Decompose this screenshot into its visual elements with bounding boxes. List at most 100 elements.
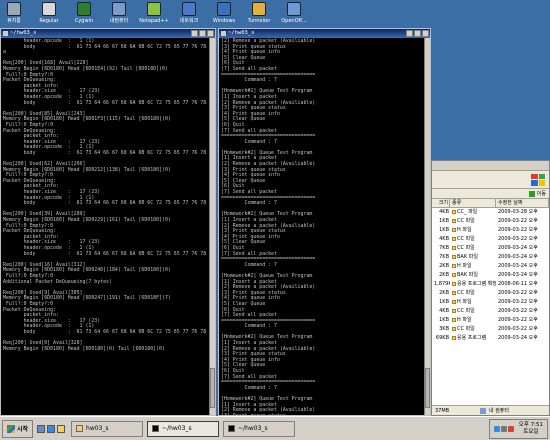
clock-time: 오후 7:51	[518, 421, 543, 428]
go-button[interactable]: 이동	[537, 190, 546, 197]
task-label: ~/hw03_s	[162, 425, 192, 432]
file-icon	[452, 290, 456, 295]
file-date: 2009-03-22 오후	[498, 317, 538, 323]
window-title: ~/hw03_s	[10, 30, 37, 36]
vertical-scrollbar[interactable]	[209, 38, 215, 415]
clock[interactable]: 오후 7:51 토요일	[519, 422, 543, 436]
file-row[interactable]: 4KB CC 파일 2009-03-22 오후	[432, 235, 549, 244]
scrollbar-thumb[interactable]	[425, 368, 430, 408]
desktop-icon-openoffice[interactable]: OpenOff...	[280, 0, 308, 28]
file-size: 69KB	[435, 335, 449, 341]
minimize-button[interactable]	[406, 30, 413, 37]
address-bar[interactable]: 이동	[432, 189, 549, 199]
file-date: 2009-03-22 오후	[498, 218, 538, 224]
taskbar-button-3[interactable]: ~/hw03_s	[223, 420, 296, 437]
file-type: BAK 파일	[450, 271, 496, 280]
file-row[interactable]: 2KB CC 파일 2009-03-22 오후	[432, 289, 549, 298]
show-desktop-icon[interactable]	[37, 424, 46, 433]
console-window-middle[interactable]: ~/hw03_s [2] Remove a packet (Availiable…	[218, 28, 431, 416]
file-row[interactable]: 1KB CC 파일 2009-03-22 오후	[432, 217, 549, 226]
start-label: 시작	[17, 426, 29, 433]
file-row[interactable]: 4KB CC 파일 2009-03-22 오후	[432, 307, 549, 316]
file-row[interactable]: 1KB H 파일 2009-03-22 오후	[432, 226, 549, 235]
network-tray-icon[interactable]	[493, 425, 500, 432]
vertical-scrollbar[interactable]	[424, 38, 430, 415]
column-type[interactable]: 종류	[450, 199, 496, 207]
minimize-button[interactable]	[191, 30, 198, 37]
file-date: 2009-03-24 오후	[498, 272, 538, 278]
console-window-left[interactable]: ~/hw03_s header.opcode : 1 (1) body : 61…	[0, 28, 216, 416]
file-type: CC 파일	[450, 217, 496, 226]
column-header: 크기 종류 수정한 날짜	[432, 199, 549, 208]
file-date: 2009-03-22 오후	[498, 299, 538, 305]
desktop-icon-regular[interactable]: Regular	[35, 0, 63, 28]
file-row[interactable]: 7KB BAK 파일 2009-03-24 오후	[432, 253, 549, 262]
file-list: 4KB CC_ 파일 2009-03-28 오후 1KB CC 파일 2009-03-22…	[432, 208, 549, 343]
security-icon[interactable]	[507, 425, 514, 432]
file-type-label: BAK 파일	[457, 272, 478, 278]
file-icon	[452, 308, 456, 313]
desktop-icon-windows[interactable]: Windows	[210, 0, 238, 28]
file-row[interactable]: 69KB 응용 프로그램 2009-03-24 오후	[432, 334, 549, 343]
windows-logo-icon	[7, 424, 15, 433]
file-type: H 파일	[450, 262, 496, 271]
taskbar-button-2[interactable]: ~/hw03_s	[147, 420, 220, 437]
scrollbar-thumb[interactable]	[210, 368, 215, 408]
internet-explorer-icon[interactable]	[47, 424, 56, 433]
explorer-window[interactable]: 이동 크기 종류 수정한 날짜 4KB CC_ 파일 2009-03-28 오후 1K…	[431, 160, 550, 416]
file-size: 4KB	[439, 308, 449, 314]
close-button[interactable]	[207, 30, 214, 37]
file-type-label: H 파일	[457, 263, 472, 269]
file-type: CC 파일	[450, 244, 496, 253]
desktop-icon-notepad[interactable]: Notepad++	[139, 0, 169, 28]
file-date: 2009-03-22 오후	[498, 227, 538, 233]
column-date[interactable]: 수정한 날짜	[496, 199, 549, 207]
file-icon	[452, 281, 456, 286]
column-size[interactable]: 크기	[432, 199, 450, 207]
start-button[interactable]: 시작	[2, 419, 34, 438]
go-arrow-icon	[528, 190, 535, 197]
system-tray: 오후 7:51 토요일	[488, 418, 548, 439]
file-type-label: CC 파일	[457, 218, 475, 224]
file-type: CC_ 파일	[450, 208, 496, 217]
file-row[interactable]: 1,879KB 응용 프로그램 확장2008-06-11 오후	[432, 280, 549, 289]
desktop-icon-my-computer[interactable]: 내컴퓨터	[105, 0, 133, 28]
maximize-button[interactable]	[414, 30, 421, 37]
file-size: 2KB	[439, 290, 449, 296]
file-row[interactable]: 3KB CC 파일 2009-03-22 오후	[432, 325, 549, 334]
file-row[interactable]: 1KB H 파일 2009-03-22 오후	[432, 316, 549, 325]
terminal-icon	[152, 425, 160, 432]
desktop-icon-network[interactable]: 네트워크	[175, 0, 203, 28]
file-date: 2009-03-24 오후	[498, 245, 538, 251]
close-button[interactable]	[422, 30, 429, 37]
file-icon	[452, 272, 456, 277]
status-size: 37MB	[435, 408, 450, 414]
file-row[interactable]: 2KB BAK 파일 2009-03-24 오후	[432, 271, 549, 280]
desktop-icon-recycle-bin[interactable]: 휴지통	[0, 0, 28, 28]
file-size: 1KB	[439, 218, 449, 224]
file-icon	[452, 245, 456, 250]
file-size: 1,879KB	[434, 281, 450, 287]
title-bar[interactable]: ~/hw03_s	[219, 29, 430, 38]
quick-launch	[37, 424, 67, 433]
file-date: 2009-03-22 오후	[498, 236, 538, 242]
file-row[interactable]: 4KB CC_ 파일 2009-03-28 오후	[432, 208, 549, 217]
file-row[interactable]: 2KB H 파일 2009-03-24 오후	[432, 262, 549, 271]
desktop-icon-cygwin[interactable]: Cygwin	[70, 0, 98, 28]
maximize-button[interactable]	[199, 30, 206, 37]
file-type: H 파일	[450, 298, 496, 307]
file-row[interactable]: 7KB CC 파일 2009-03-24 오후	[432, 244, 549, 253]
volume-icon[interactable]	[500, 425, 507, 432]
title-bar[interactable]: ~/hw03_s	[1, 29, 215, 38]
file-type-label: CC 파일	[457, 326, 475, 332]
file-type: 응용 프로그램 확장	[450, 280, 496, 289]
terminal-icon	[228, 425, 236, 432]
file-row[interactable]: 1KB H 파일 2009-03-22 오후	[432, 298, 549, 307]
file-size: 7KB	[439, 245, 449, 251]
desktop-icon-tunnelier[interactable]: Tunnelier	[245, 0, 273, 28]
clock-day: 토요일	[523, 428, 539, 435]
file-size: 2KB	[439, 263, 449, 269]
folder-icon	[76, 425, 84, 432]
taskbar-button-1[interactable]: hw03_s	[71, 420, 144, 437]
folder-icon[interactable]	[57, 424, 66, 433]
